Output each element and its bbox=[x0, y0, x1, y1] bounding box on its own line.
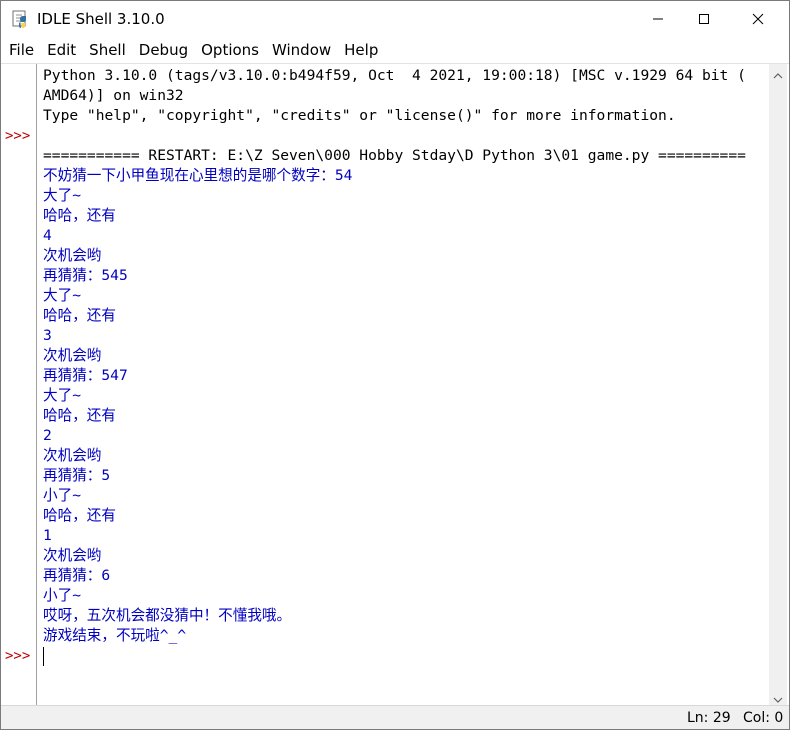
maximize-button[interactable] bbox=[681, 1, 727, 37]
menu-shell[interactable]: Shell bbox=[82, 37, 132, 63]
shell-line: Python 3.10.0 (tags/v3.10.0:b494f59, Oct… bbox=[43, 67, 746, 84]
shell-line: 游戏结束，不玩啦^_^ bbox=[43, 627, 187, 644]
status-bar: Ln: 29 Col: 0 bbox=[1, 705, 789, 729]
status-line-number: Ln: 29 bbox=[687, 710, 731, 726]
minimize-icon bbox=[652, 10, 664, 29]
shell-line: 哈哈，还有 bbox=[43, 507, 116, 524]
shell-line: 哈哈，还有 bbox=[43, 207, 116, 224]
menu-debug[interactable]: Debug bbox=[132, 37, 194, 63]
scroll-up-button[interactable] bbox=[769, 64, 787, 82]
menu-help[interactable]: Help bbox=[337, 37, 384, 63]
shell-line: 再猜猜：545 bbox=[43, 267, 128, 284]
arrow-up-icon bbox=[773, 64, 783, 83]
shell-line: 3 bbox=[43, 327, 52, 344]
shell-line: 哈哈，还有 bbox=[43, 307, 116, 324]
shell-line: 大了~ bbox=[43, 387, 81, 404]
shell-line: 次机会哟 bbox=[43, 547, 102, 564]
minimize-button[interactable] bbox=[635, 1, 681, 37]
title-bar[interactable]: IDLE Shell 3.10.0 bbox=[1, 1, 789, 37]
shell-line: 再猜猜：5 bbox=[43, 467, 111, 484]
shell-line: 1 bbox=[43, 527, 52, 544]
shell-line: 哈哈，还有 bbox=[43, 407, 116, 424]
prompt-gutter: >>> >>> bbox=[1, 64, 37, 706]
shell-line: 大了~ bbox=[43, 287, 81, 304]
shell-line: 2 bbox=[43, 427, 52, 444]
shell-line: 再猜猜：6 bbox=[43, 567, 111, 584]
shell-line: 次机会哟 bbox=[43, 447, 102, 464]
shell-line: 次机会哟 bbox=[43, 247, 102, 264]
shell-line: 次机会哟 bbox=[43, 347, 102, 364]
text-caret bbox=[43, 647, 44, 666]
shell-prompt-current: >>> bbox=[5, 648, 31, 664]
shell-line: 小了~ bbox=[43, 587, 81, 604]
shell-text-area[interactable]: Python 3.10.0 (tags/v3.10.0:b494f59, Oct… bbox=[43, 66, 769, 702]
shell-line: 大了~ bbox=[43, 187, 81, 204]
shell-line: 哎呀，五次机会都没猜中！不懂我哦。 bbox=[43, 607, 292, 624]
menu-options[interactable]: Options bbox=[194, 37, 265, 63]
menu-edit[interactable]: Edit bbox=[40, 37, 82, 63]
idle-shell-window: IDLE Shell 3.10.0 File Edit Shell Debug … bbox=[0, 0, 790, 730]
arrow-down-icon bbox=[773, 688, 783, 707]
shell-line: Type "help", "copyright", "credits" or "… bbox=[43, 107, 676, 124]
menu-file[interactable]: File bbox=[1, 37, 40, 63]
shell-line: 不妨猜一下小甲鱼现在心里想的是哪个数字：54 bbox=[43, 167, 353, 184]
status-column-number: Col: 0 bbox=[743, 710, 784, 726]
close-button[interactable] bbox=[735, 1, 781, 37]
close-icon bbox=[752, 10, 764, 29]
menu-bar: File Edit Shell Debug Options Window Hel… bbox=[1, 37, 789, 63]
shell-line: AMD64)] on win32 bbox=[43, 87, 184, 104]
maximize-icon bbox=[698, 10, 710, 29]
window-title: IDLE Shell 3.10.0 bbox=[37, 10, 165, 28]
shell-prompt: >>> bbox=[5, 128, 31, 144]
scroll-down-button[interactable] bbox=[769, 688, 787, 706]
shell-editor[interactable]: >>> >>> Python 3.10.0 (tags/v3.10.0:b494… bbox=[1, 63, 789, 706]
shell-line: 4 bbox=[43, 227, 52, 244]
python-idle-icon bbox=[11, 10, 29, 28]
shell-line: =========== RESTART: E:\Z Seven\000 Hobb… bbox=[43, 147, 746, 164]
shell-line: 再猜猜：547 bbox=[43, 367, 128, 384]
menu-window[interactable]: Window bbox=[265, 37, 337, 63]
shell-line: 小了~ bbox=[43, 487, 81, 504]
vertical-scrollbar[interactable] bbox=[769, 64, 787, 706]
